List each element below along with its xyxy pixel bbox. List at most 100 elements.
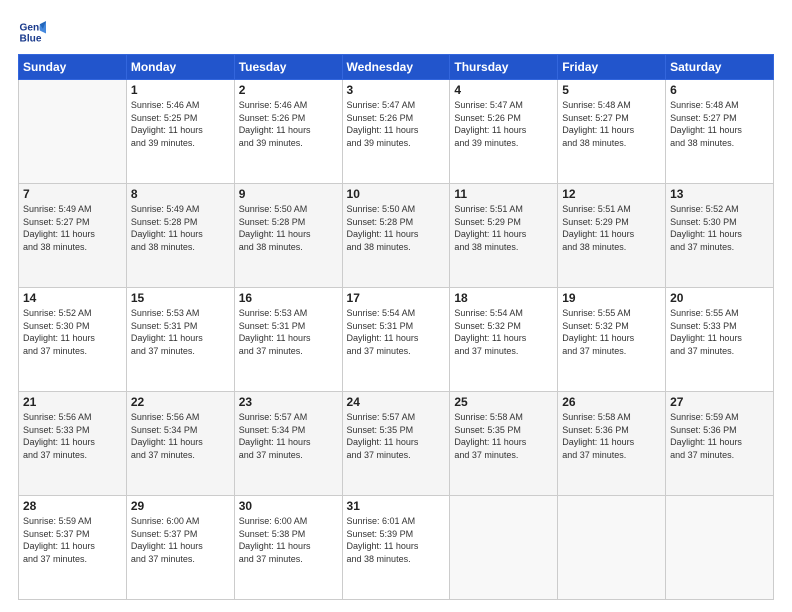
calendar-week-row: 7 Sunrise: 5:49 AM Sunset: 5:27 PM Daylig…: [19, 184, 774, 288]
calendar-day-cell: 28Sunrise: 5:59 AM Sunset: 5:37 PM Dayli…: [19, 496, 127, 600]
day-number: 12: [562, 187, 661, 201]
calendar-day-cell: 25 Sunrise: 5:58 AM Sunset: 5:35 PM Dayli…: [450, 392, 558, 496]
day-number: 17: [347, 291, 446, 305]
day-info: Sunrise: 5:50 AM Sunset: 5:28 PM Dayligh…: [239, 203, 338, 253]
calendar-day-cell: 23 Sunrise: 5:57 AM Sunset: 5:34 PM Dayli…: [234, 392, 342, 496]
day-info: Sunrise: 5:54 AM Sunset: 5:32 PM Dayligh…: [454, 307, 553, 357]
day-number: 1: [131, 83, 230, 97]
day-number: 20: [670, 291, 769, 305]
calendar-week-row: 28Sunrise: 5:59 AM Sunset: 5:37 PM Dayli…: [19, 496, 774, 600]
calendar-header-saturday: Saturday: [666, 55, 774, 80]
day-number: 9: [239, 187, 338, 201]
calendar-day-cell: 7 Sunrise: 5:49 AM Sunset: 5:27 PM Daylig…: [19, 184, 127, 288]
day-info: Sunrise: 5:49 AM Sunset: 5:27 PM Dayligh…: [23, 203, 122, 253]
day-number: 24: [347, 395, 446, 409]
calendar-day-cell: 11 Sunrise: 5:51 AM Sunset: 5:29 PM Dayli…: [450, 184, 558, 288]
calendar-day-cell: 26 Sunrise: 5:58 AM Sunset: 5:36 PM Dayli…: [558, 392, 666, 496]
calendar-day-cell: 22 Sunrise: 5:56 AM Sunset: 5:34 PM Dayli…: [126, 392, 234, 496]
day-number: 27: [670, 395, 769, 409]
day-info: Sunrise: 6:00 AM Sunset: 5:38 PM Dayligh…: [239, 515, 338, 565]
calendar-day-cell: 17 Sunrise: 5:54 AM Sunset: 5:31 PM Dayli…: [342, 288, 450, 392]
day-number: 13: [670, 187, 769, 201]
day-number: 2: [239, 83, 338, 97]
calendar-week-row: 14 Sunrise: 5:52 AM Sunset: 5:30 PM Dayli…: [19, 288, 774, 392]
day-info: Sunrise: 6:01 AM Sunset: 5:39 PM Dayligh…: [347, 515, 446, 565]
logo-icon: General Blue: [18, 18, 46, 46]
day-number: 29: [131, 499, 230, 513]
day-info: Sunrise: 5:53 AM Sunset: 5:31 PM Dayligh…: [131, 307, 230, 357]
day-info: Sunrise: 5:58 AM Sunset: 5:36 PM Dayligh…: [562, 411, 661, 461]
calendar-day-cell: 13 Sunrise: 5:52 AM Sunset: 5:30 PM Dayli…: [666, 184, 774, 288]
calendar-day-cell: 21 Sunrise: 5:56 AM Sunset: 5:33 PM Dayli…: [19, 392, 127, 496]
calendar-day-cell: 16 Sunrise: 5:53 AM Sunset: 5:31 PM Dayli…: [234, 288, 342, 392]
day-number: 28: [23, 499, 122, 513]
day-number: 19: [562, 291, 661, 305]
calendar-day-cell: 5 Sunrise: 5:48 AM Sunset: 5:27 PM Daylig…: [558, 80, 666, 184]
day-number: 31: [347, 499, 446, 513]
day-number: 7: [23, 187, 122, 201]
day-number: 25: [454, 395, 553, 409]
calendar-day-cell: 30 Sunrise: 6:00 AM Sunset: 5:38 PM Dayli…: [234, 496, 342, 600]
day-info: Sunrise: 5:51 AM Sunset: 5:29 PM Dayligh…: [454, 203, 553, 253]
day-info: Sunrise: 5:56 AM Sunset: 5:33 PM Dayligh…: [23, 411, 122, 461]
day-info: Sunrise: 6:00 AM Sunset: 5:37 PM Dayligh…: [131, 515, 230, 565]
day-number: 23: [239, 395, 338, 409]
day-number: 15: [131, 291, 230, 305]
calendar-day-cell: 24 Sunrise: 5:57 AM Sunset: 5:35 PM Dayli…: [342, 392, 450, 496]
day-info: Sunrise: 5:52 AM Sunset: 5:30 PM Dayligh…: [23, 307, 122, 357]
day-number: 14: [23, 291, 122, 305]
calendar-day-cell: 9 Sunrise: 5:50 AM Sunset: 5:28 PM Daylig…: [234, 184, 342, 288]
day-info: Sunrise: 5:57 AM Sunset: 5:34 PM Dayligh…: [239, 411, 338, 461]
calendar-day-cell: 27Sunrise: 5:59 AM Sunset: 5:36 PM Dayli…: [666, 392, 774, 496]
day-info: Sunrise: 5:57 AM Sunset: 5:35 PM Dayligh…: [347, 411, 446, 461]
day-info: Sunrise: 5:52 AM Sunset: 5:30 PM Dayligh…: [670, 203, 769, 253]
day-number: 5: [562, 83, 661, 97]
calendar-day-cell: 8 Sunrise: 5:49 AM Sunset: 5:28 PM Daylig…: [126, 184, 234, 288]
calendar-week-row: 1 Sunrise: 5:46 AM Sunset: 5:25 PM Daylig…: [19, 80, 774, 184]
calendar-day-cell: [558, 496, 666, 600]
day-number: 18: [454, 291, 553, 305]
day-info: Sunrise: 5:58 AM Sunset: 5:35 PM Dayligh…: [454, 411, 553, 461]
day-info: Sunrise: 5:50 AM Sunset: 5:28 PM Dayligh…: [347, 203, 446, 253]
calendar-table: SundayMondayTuesdayWednesdayThursdayFrid…: [18, 54, 774, 600]
day-number: 4: [454, 83, 553, 97]
day-info: Sunrise: 5:47 AM Sunset: 5:26 PM Dayligh…: [454, 99, 553, 149]
svg-text:Blue: Blue: [20, 33, 42, 44]
calendar-header-thursday: Thursday: [450, 55, 558, 80]
calendar-day-cell: 20 Sunrise: 5:55 AM Sunset: 5:33 PM Dayli…: [666, 288, 774, 392]
day-info: Sunrise: 5:56 AM Sunset: 5:34 PM Dayligh…: [131, 411, 230, 461]
day-number: 22: [131, 395, 230, 409]
day-number: 11: [454, 187, 553, 201]
day-number: 30: [239, 499, 338, 513]
calendar-header-sunday: Sunday: [19, 55, 127, 80]
calendar-header-tuesday: Tuesday: [234, 55, 342, 80]
day-info: Sunrise: 5:55 AM Sunset: 5:33 PM Dayligh…: [670, 307, 769, 357]
day-number: 6: [670, 83, 769, 97]
day-number: 21: [23, 395, 122, 409]
calendar-day-cell: 6 Sunrise: 5:48 AM Sunset: 5:27 PM Daylig…: [666, 80, 774, 184]
day-info: Sunrise: 5:48 AM Sunset: 5:27 PM Dayligh…: [670, 99, 769, 149]
day-info: Sunrise: 5:49 AM Sunset: 5:28 PM Dayligh…: [131, 203, 230, 253]
calendar-week-row: 21 Sunrise: 5:56 AM Sunset: 5:33 PM Dayli…: [19, 392, 774, 496]
calendar-day-cell: 19Sunrise: 5:55 AM Sunset: 5:32 PM Dayli…: [558, 288, 666, 392]
calendar-day-cell: 31 Sunrise: 6:01 AM Sunset: 5:39 PM Dayli…: [342, 496, 450, 600]
day-number: 8: [131, 187, 230, 201]
calendar-header-monday: Monday: [126, 55, 234, 80]
day-info: Sunrise: 5:46 AM Sunset: 5:26 PM Dayligh…: [239, 99, 338, 149]
calendar-day-cell: 15 Sunrise: 5:53 AM Sunset: 5:31 PM Dayli…: [126, 288, 234, 392]
calendar-day-cell: 4 Sunrise: 5:47 AM Sunset: 5:26 PM Daylig…: [450, 80, 558, 184]
calendar-header-row: SundayMondayTuesdayWednesdayThursdayFrid…: [19, 55, 774, 80]
day-info: Sunrise: 5:54 AM Sunset: 5:31 PM Dayligh…: [347, 307, 446, 357]
day-number: 16: [239, 291, 338, 305]
day-info: Sunrise: 5:46 AM Sunset: 5:25 PM Dayligh…: [131, 99, 230, 149]
logo: General Blue: [18, 18, 50, 46]
day-number: 10: [347, 187, 446, 201]
day-info: Sunrise: 5:53 AM Sunset: 5:31 PM Dayligh…: [239, 307, 338, 357]
day-number: 26: [562, 395, 661, 409]
page: General Blue SundayMondayTuesdayWednesda…: [0, 0, 792, 612]
header: General Blue: [18, 18, 774, 46]
day-info: Sunrise: 5:48 AM Sunset: 5:27 PM Dayligh…: [562, 99, 661, 149]
calendar-day-cell: 10 Sunrise: 5:50 AM Sunset: 5:28 PM Dayli…: [342, 184, 450, 288]
calendar-day-cell: 1 Sunrise: 5:46 AM Sunset: 5:25 PM Daylig…: [126, 80, 234, 184]
calendar-day-cell: 2 Sunrise: 5:46 AM Sunset: 5:26 PM Daylig…: [234, 80, 342, 184]
